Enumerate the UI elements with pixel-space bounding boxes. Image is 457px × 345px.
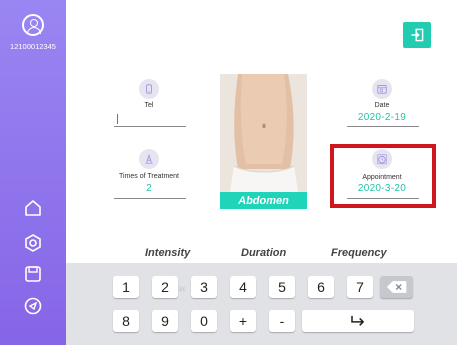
sidebar: 12100012345 <box>0 0 66 345</box>
treatment-icon <box>139 149 159 169</box>
settings-icon[interactable] <box>23 233 43 253</box>
save-icon[interactable] <box>23 264 43 284</box>
key-5[interactable]: 5 <box>269 276 295 298</box>
body-area-button[interactable]: Abdomen <box>220 192 307 209</box>
home-icon[interactable] <box>23 198 43 218</box>
phone-icon <box>139 79 159 99</box>
key-8[interactable]: 8 <box>113 310 139 332</box>
body-area-photo <box>220 74 307 192</box>
key-3[interactable]: 3 <box>191 276 217 298</box>
times-underline <box>114 198 186 199</box>
tab-duration[interactable]: Duration <box>241 247 286 259</box>
tab-frequency[interactable]: Frequency <box>331 247 387 259</box>
calendar-icon <box>372 79 392 99</box>
key-2[interactable]: 2 <box>152 276 178 298</box>
date-value[interactable]: 2020-2-19 <box>347 112 417 123</box>
keyboard-background-glyph: J/c <box>178 287 186 293</box>
user-avatar-icon[interactable] <box>22 14 44 36</box>
date-underline <box>347 126 419 127</box>
tab-intensity[interactable]: Intensity <box>145 247 190 259</box>
key-0[interactable]: 0 <box>191 310 217 332</box>
key-1[interactable]: 1 <box>113 276 139 298</box>
times-label: Times of Treatment <box>118 173 180 180</box>
text-cursor <box>117 114 118 124</box>
key-4[interactable]: 4 <box>230 276 256 298</box>
numeric-keyboard: J/c 1 2 3 4 5 6 7 8 9 0 + - <box>66 263 457 345</box>
key-minus[interactable]: - <box>269 310 295 332</box>
enter-key[interactable] <box>302 310 414 332</box>
user-id: 12100012345 <box>10 42 56 51</box>
key-plus[interactable]: + <box>230 310 256 332</box>
exit-icon <box>411 28 424 42</box>
enter-icon <box>351 315 365 326</box>
backspace-icon <box>386 281 406 293</box>
key-6[interactable]: 6 <box>308 276 334 298</box>
backspace-key[interactable] <box>380 276 413 298</box>
tel-label: Tel <box>144 102 154 109</box>
key-9[interactable]: 9 <box>152 310 178 332</box>
navigate-icon[interactable] <box>23 296 43 316</box>
exit-button[interactable] <box>403 22 431 48</box>
times-value[interactable]: 2 <box>114 183 184 194</box>
highlight-box <box>330 144 436 208</box>
date-label: Date <box>374 102 390 109</box>
tel-underline <box>114 126 186 127</box>
key-7[interactable]: 7 <box>347 276 373 298</box>
